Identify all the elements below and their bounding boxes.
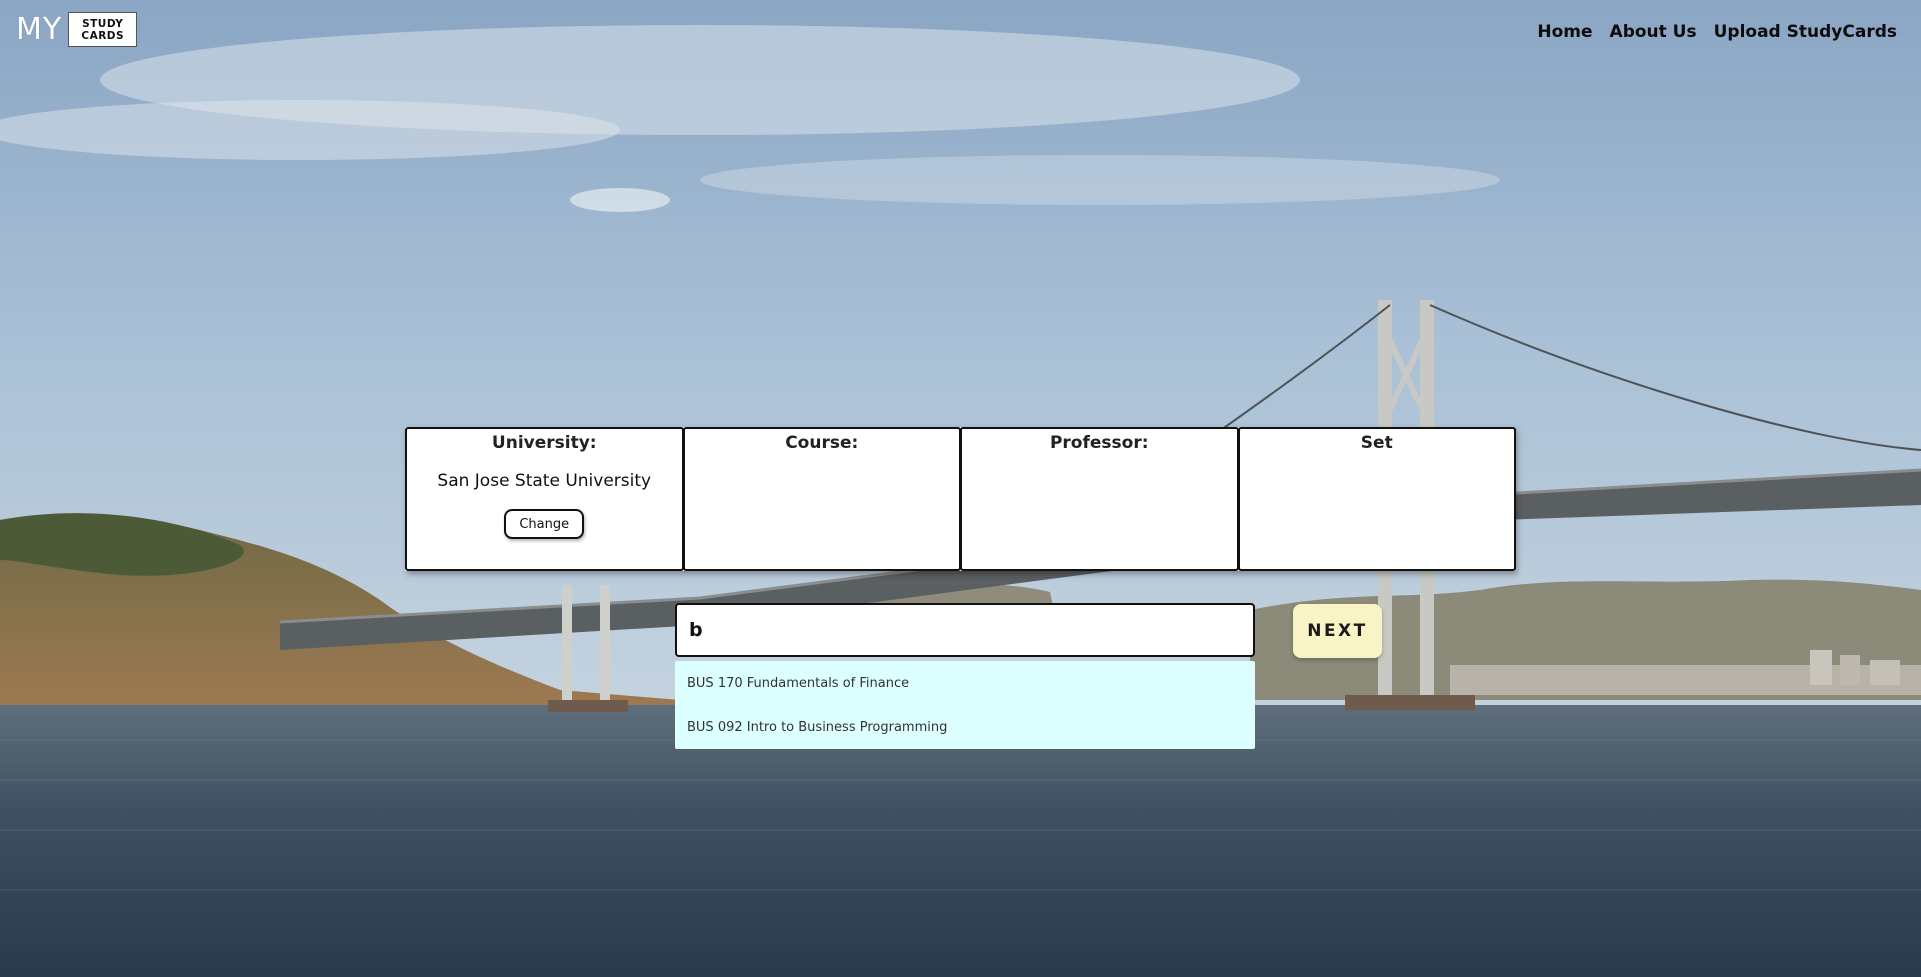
main-nav: Home About Us Upload StudyCards bbox=[1537, 22, 1897, 42]
logo-line-2: CARDS bbox=[81, 29, 125, 42]
suggestions-dropdown: BUS 170 Fundamentals of Finance BUS 092 … bbox=[675, 661, 1255, 749]
selection-panel: University: San Jose State University Ch… bbox=[405, 427, 1516, 571]
set-title: Set bbox=[1360, 433, 1393, 453]
logo-my-text: MY bbox=[16, 11, 63, 47]
set-cell: Set bbox=[1237, 427, 1516, 571]
nav-about-us[interactable]: About Us bbox=[1610, 22, 1697, 42]
university-value: San Jose State University bbox=[437, 471, 652, 491]
logo[interactable]: MY STUDY CARDS bbox=[16, 11, 138, 47]
logo-line-1: STUDY bbox=[82, 17, 124, 30]
course-cell: Course: bbox=[682, 427, 961, 571]
logo-box: STUDY CARDS bbox=[68, 12, 138, 47]
professor-title: Professor: bbox=[1049, 433, 1149, 453]
change-university-button[interactable]: Change bbox=[504, 509, 585, 539]
next-button[interactable]: NEXT bbox=[1293, 604, 1382, 658]
university-title: University: bbox=[491, 433, 597, 453]
university-cell: University: San Jose State University Ch… bbox=[405, 427, 684, 571]
suggestion-item[interactable]: BUS 170 Fundamentals of Finance bbox=[675, 661, 1255, 705]
nav-upload-studycards[interactable]: Upload StudyCards bbox=[1714, 22, 1897, 42]
course-search-input[interactable] bbox=[675, 603, 1255, 657]
professor-cell: Professor: bbox=[960, 427, 1239, 571]
nav-home[interactable]: Home bbox=[1537, 22, 1592, 42]
course-title: Course: bbox=[785, 433, 859, 453]
suggestion-item[interactable]: BUS 092 Intro to Business Programming bbox=[675, 705, 1255, 749]
